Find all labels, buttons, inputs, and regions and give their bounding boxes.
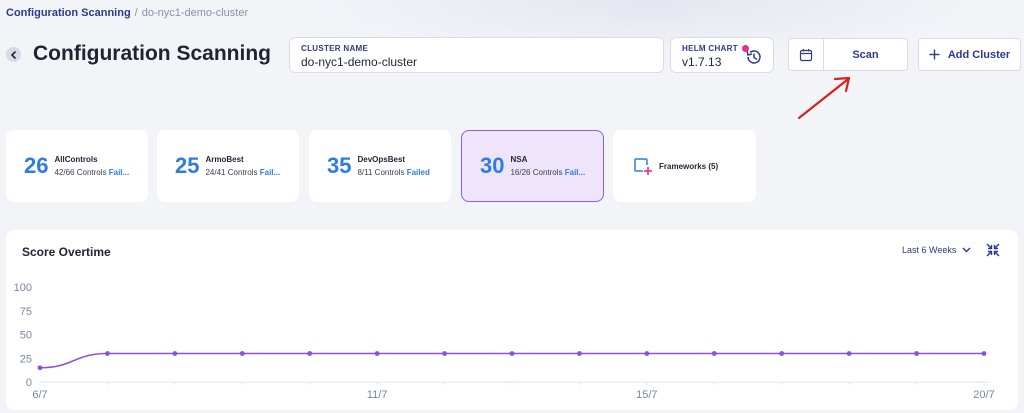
frameworks-more-card[interactable]: Frameworks (5) xyxy=(613,130,756,202)
framework-card-allcontrols[interactable]: 26 AllControls 42/66 Controls Fail... xyxy=(6,130,148,202)
data-point xyxy=(577,351,582,356)
data-point xyxy=(846,351,852,356)
framework-status: Failed xyxy=(406,168,430,177)
plus-icon xyxy=(929,49,940,60)
framework-score: 25 xyxy=(175,153,200,178)
score-chart: 0 25 50 75 100 6/7 11/7 15/7 20/7 xyxy=(14,282,995,401)
score-overtime-card: Score Overtime Last 6 Weeks 0 25 50 75 100 6/… xyxy=(6,230,1018,410)
framework-status: Fail... xyxy=(259,168,281,177)
framework-controls: 42/66 Controls xyxy=(54,168,107,177)
framework-name: ArmoBest xyxy=(205,155,244,164)
framework-score: 26 xyxy=(24,153,49,178)
schedule-button[interactable] xyxy=(789,39,824,70)
x-tick-label: 20/7 xyxy=(973,389,994,401)
data-point xyxy=(172,351,178,356)
breadcrumb-root[interactable]: Configuration Scanning xyxy=(6,7,131,19)
add-cluster-label: Add Cluster xyxy=(947,48,1011,61)
data-point xyxy=(374,351,380,356)
data-point xyxy=(644,351,650,356)
x-tick-label: 15/7 xyxy=(636,389,657,401)
breadcrumb-separator: / xyxy=(134,7,138,19)
data-point xyxy=(442,351,447,356)
data-point xyxy=(914,351,919,356)
back-button[interactable] xyxy=(6,47,21,62)
framework-status: Fail... xyxy=(564,168,586,177)
data-point xyxy=(779,351,785,356)
page-title: Configuration Scanning xyxy=(33,42,271,65)
cluster-label: CLUSTER NAME xyxy=(301,44,369,53)
framework-status: Fail... xyxy=(108,168,130,177)
data-point xyxy=(307,351,313,356)
notification-dot xyxy=(742,45,749,52)
breadcrumb-current: do-nyc1-demo-cluster xyxy=(141,7,249,19)
framework-card-devopsbest[interactable]: 35 DevOpsBest 8/11 Controls Failed xyxy=(309,130,451,202)
helm-chart-box[interactable]: HELM CHART v1.7.13 xyxy=(670,37,774,73)
y-tick-label: 0 xyxy=(26,377,32,389)
scan-button[interactable]: Scan xyxy=(824,39,907,70)
helm-value: v1.7.13 xyxy=(682,55,722,69)
framework-score: 30 xyxy=(480,153,505,178)
helm-label: HELM CHART xyxy=(682,44,738,53)
frameworks-more-label: Frameworks (5) xyxy=(659,161,719,171)
framework-name: AllControls xyxy=(54,155,98,164)
y-tick-label: 100 xyxy=(14,282,32,294)
framework-controls: 16/26 Controls xyxy=(510,168,563,177)
framework-name: NSA xyxy=(510,155,528,164)
add-cluster-button[interactable]: Add Cluster xyxy=(918,38,1021,71)
y-tick-label: 50 xyxy=(20,330,32,342)
framework-name: DevOpsBest xyxy=(357,155,406,164)
data-point xyxy=(37,365,43,371)
cluster-value: do-nyc1-demo-cluster xyxy=(301,55,418,69)
x-tick-label: 11/7 xyxy=(367,389,388,401)
framework-card-armobest[interactable]: 25 ArmoBest 24/41 Controls Fail... xyxy=(157,130,299,202)
framework-controls: 8/11 Controls xyxy=(357,168,405,177)
breadcrumb: Configuration Scanning / do-nyc1-demo-cl… xyxy=(6,7,248,19)
framework-controls: 24/41 Controls xyxy=(205,168,258,177)
y-tick-label: 75 xyxy=(20,306,32,318)
data-point xyxy=(711,351,717,356)
add-framework-icon xyxy=(634,158,652,175)
data-point xyxy=(105,351,110,356)
chevron-left-icon xyxy=(10,50,16,59)
framework-card-nsa[interactable]: 30 NSA 16/26 Controls Fail... xyxy=(461,130,604,202)
scan-group: Scan xyxy=(788,38,908,71)
data-point xyxy=(239,351,245,356)
cluster-selector[interactable]: CLUSTER NAME do-nyc1-demo-cluster xyxy=(289,37,664,73)
x-tick-label: 6/7 xyxy=(32,389,47,401)
data-point xyxy=(509,351,515,356)
y-tick-label: 25 xyxy=(20,353,32,365)
framework-score: 35 xyxy=(327,153,352,178)
calendar-icon xyxy=(799,48,813,61)
data-point xyxy=(981,351,987,356)
red-arrow-annotation xyxy=(797,76,851,120)
